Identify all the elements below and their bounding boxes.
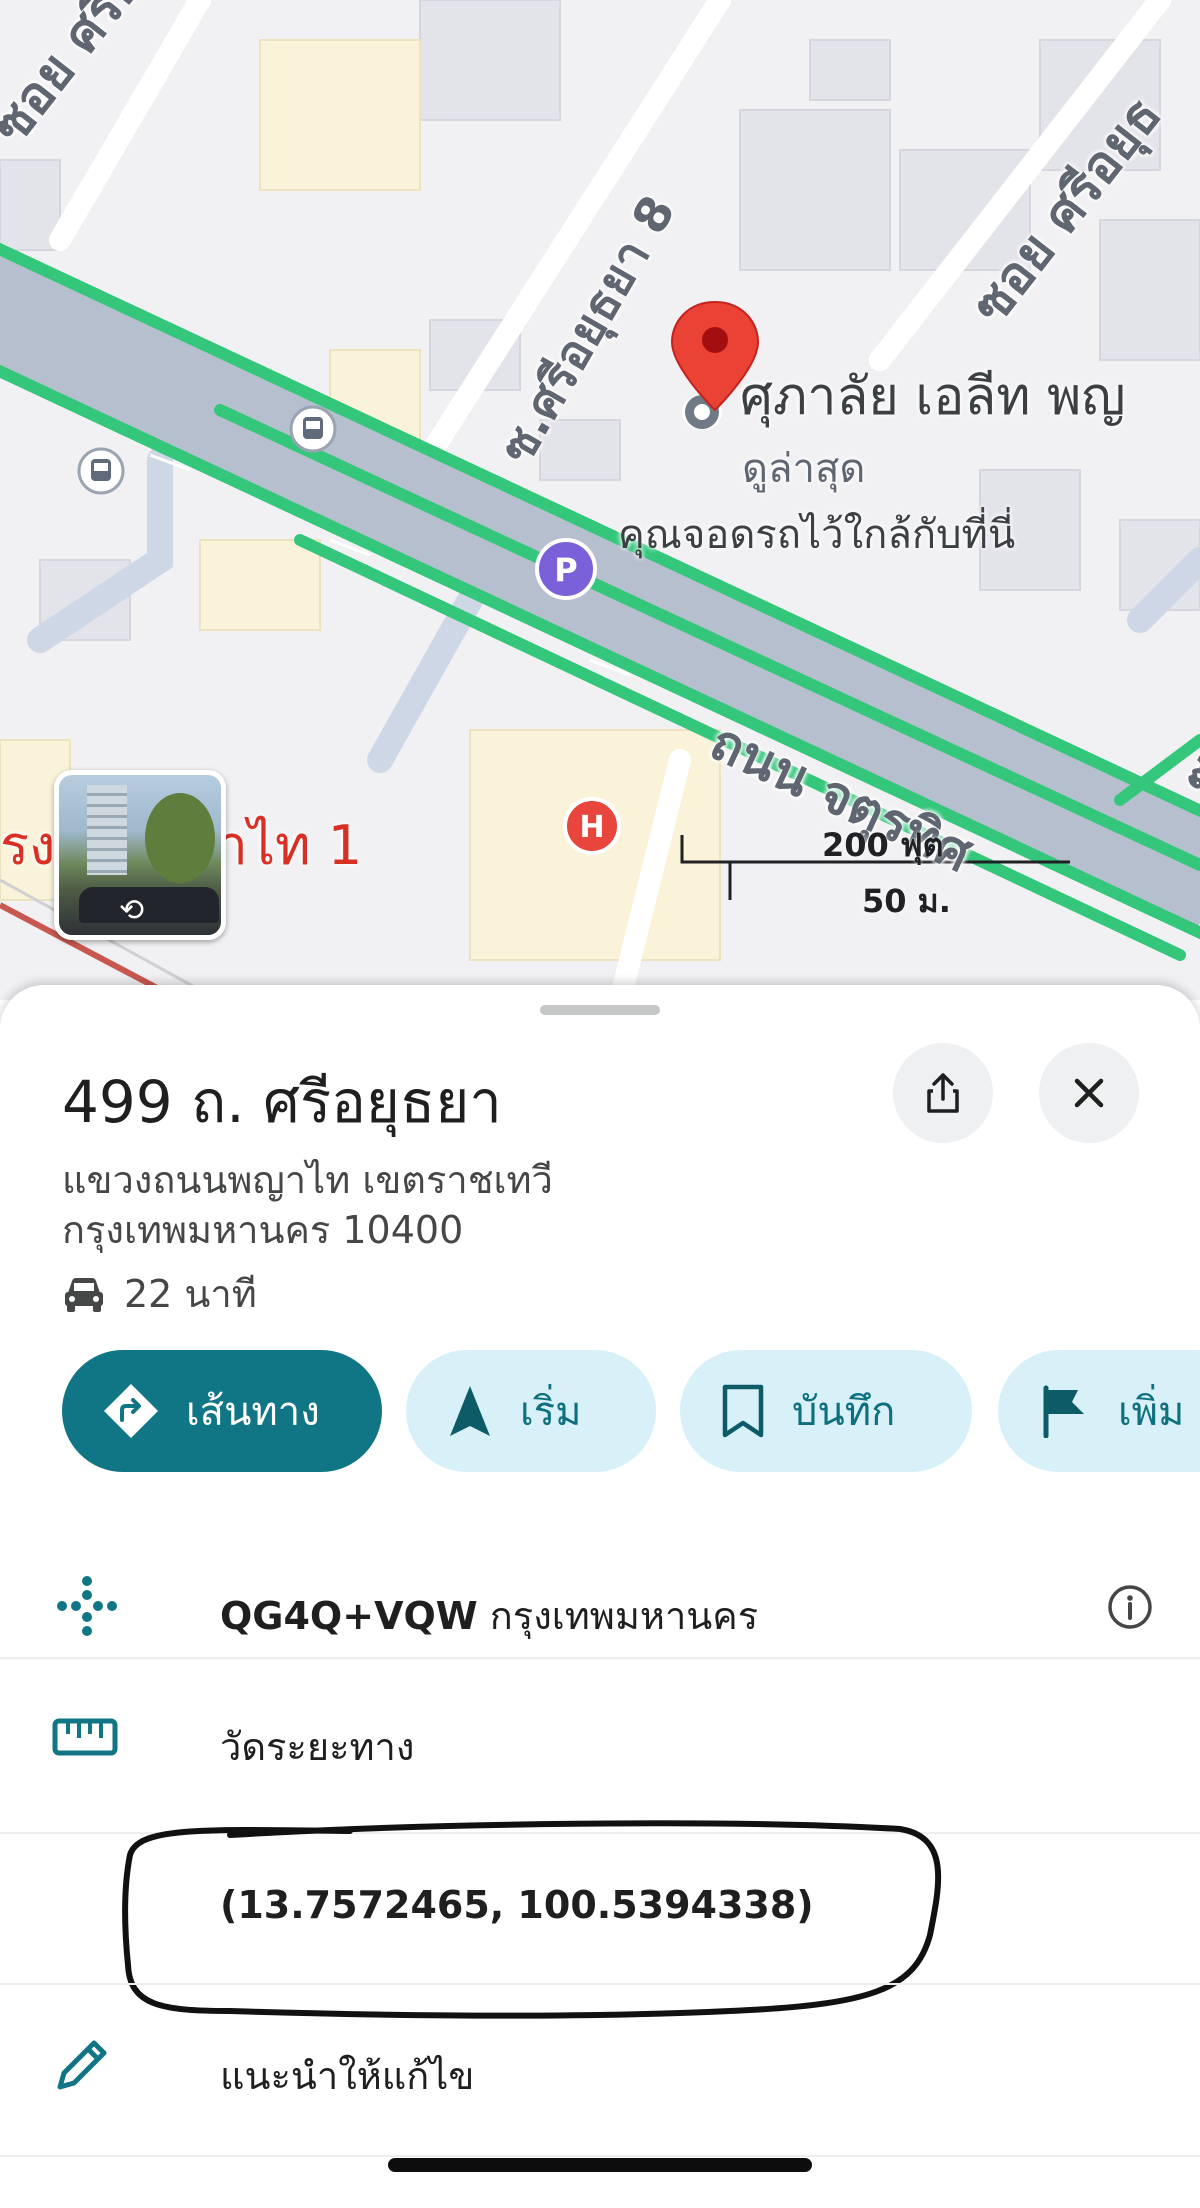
bus-icon[interactable] [288,404,338,454]
measure-distance-row[interactable]: วัดระยะทาง [0,1660,1200,1820]
parking-note: คุณจอดรถไว้ใกล้กับที่นี่ [618,512,1016,558]
measure-distance-label: วัดระยะทาง [220,1725,415,1769]
suggest-edit-label: แนะนำให้แก้ไข [220,2054,475,2098]
plus-code-city: กรุงเทพมหานคร [477,1594,759,1638]
poi-title[interactable]: ศุภาลัย เอลีท พญ [740,354,1126,437]
map-view[interactable]: ซอย ศรีอยุธ ซ.ศรีอยุธยา 8 ซอย ศรีอยุธ ถน… [0,0,1200,1000]
scale-meters: 50 ม. [862,882,951,920]
suggest-edit-row[interactable]: แนะนำให้แก้ไข [0,1985,1200,2145]
close-icon [1074,1078,1104,1108]
plus-code-row[interactable]: QG4Q+VQW กรุงเทพมหานคร [0,1545,1200,1665]
info-icon[interactable] [1106,1583,1154,1631]
bus-icon[interactable] [76,446,126,496]
parking-icon[interactable]: P [534,537,598,601]
plus-code-icon [57,1576,117,1636]
save-button[interactable]: บันทึก [680,1350,972,1472]
flag-icon [1043,1385,1084,1438]
eta-row: 22 นาที [62,1263,257,1324]
street-view-thumbnail[interactable]: ⟲ [54,770,226,940]
scale-feet: 200 ฟุต [822,826,944,864]
plus-code-text: QG4Q+VQW กรุงเทพมหานคร [220,1585,758,1646]
start-button[interactable]: เริ่ม [406,1350,656,1472]
place-title: 499 ถ. ศรีอยุธยา [62,1068,502,1136]
eta-text: 22 นาที [124,1272,257,1316]
directions-label: เส้นทาง [186,1389,320,1435]
hospital-icon[interactable]: H [562,796,622,856]
address-line-2: กรุงเทพมหานคร 10400 [62,1208,464,1252]
car-icon [65,1277,103,1312]
place-sheet: 499 ถ. ศรีอยุธยา แขวงถนนพญาไท เขตราชเทวี… [0,985,1200,2208]
directions-button[interactable]: เส้นทาง [62,1350,382,1472]
directions-icon [104,1384,158,1438]
ruler-icon [52,1718,118,1756]
divider [0,2155,1200,2157]
plus-code-value: QG4Q+VQW [220,1594,478,1638]
bookmark-icon [722,1384,764,1438]
poi-subtitle: ดูล่าสุด [742,446,866,492]
pencil-icon [57,2040,107,2090]
svg-text:H: H [579,810,604,845]
save-label: บันทึก [792,1389,896,1435]
drag-handle[interactable] [540,1005,660,1015]
divider [0,1657,1200,1659]
svg-text:P: P [554,551,577,589]
add-label-button[interactable]: เพิ่ม [998,1350,1200,1472]
home-indicator[interactable] [388,2158,812,2172]
add-label: เพิ่ม [1118,1389,1185,1435]
navigation-arrow-icon [450,1386,490,1436]
close-button[interactable] [1039,1043,1139,1143]
street-view-rotate-icon: ⟲ [119,893,145,928]
share-icon [927,1073,959,1113]
share-button[interactable] [893,1043,993,1143]
start-label: เริ่ม [520,1389,582,1435]
